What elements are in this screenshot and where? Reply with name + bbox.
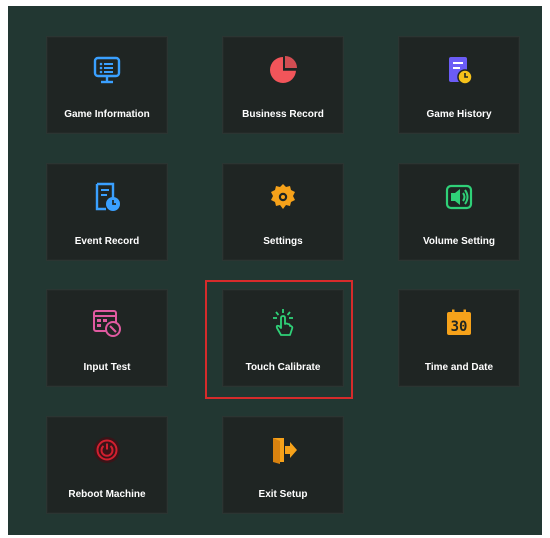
tile-label: Input Test	[83, 362, 131, 373]
document-clock-icon	[444, 55, 474, 85]
tile-label: Game History	[426, 109, 492, 120]
setup-menu-screen: Game Information Business Record Game Hi…	[8, 6, 542, 535]
tile-label: Volume Setting	[422, 236, 496, 247]
keypad-wrench-icon	[92, 308, 122, 338]
pie-chart-icon	[268, 55, 298, 85]
receipt-clock-icon	[92, 182, 122, 212]
speaker-icon	[444, 182, 474, 212]
tile-label: Business Record	[242, 109, 324, 120]
tile-reboot-machine[interactable]: Reboot Machine	[46, 416, 168, 514]
tile-business-record[interactable]: Business Record	[222, 36, 344, 134]
tile-game-history[interactable]: Game History	[398, 36, 520, 134]
tile-label: Reboot Machine	[68, 489, 146, 500]
tile-time-and-date[interactable]: 30 Time and Date	[398, 289, 520, 387]
calendar-day-text: 30	[451, 319, 468, 335]
gear-icon	[268, 182, 298, 212]
tile-label: Settings	[263, 236, 303, 247]
tile-game-information[interactable]: Game Information	[46, 36, 168, 134]
tile-label: Time and Date	[424, 362, 494, 373]
monitor-list-icon	[92, 55, 122, 85]
calendar-icon: 30	[444, 308, 474, 338]
tile-settings[interactable]: Settings	[222, 163, 344, 261]
tile-label: Event Record	[74, 236, 140, 247]
tile-exit-setup[interactable]: Exit Setup	[222, 416, 344, 514]
exit-door-icon	[268, 435, 298, 465]
tile-label: Game Information	[64, 109, 150, 120]
tile-label: Exit Setup	[258, 489, 308, 500]
selection-highlight	[205, 280, 353, 399]
tile-volume-setting[interactable]: Volume Setting	[398, 163, 520, 261]
tile-event-record[interactable]: Event Record	[46, 163, 168, 261]
tile-input-test[interactable]: Input Test	[46, 289, 168, 387]
power-icon	[92, 435, 122, 465]
